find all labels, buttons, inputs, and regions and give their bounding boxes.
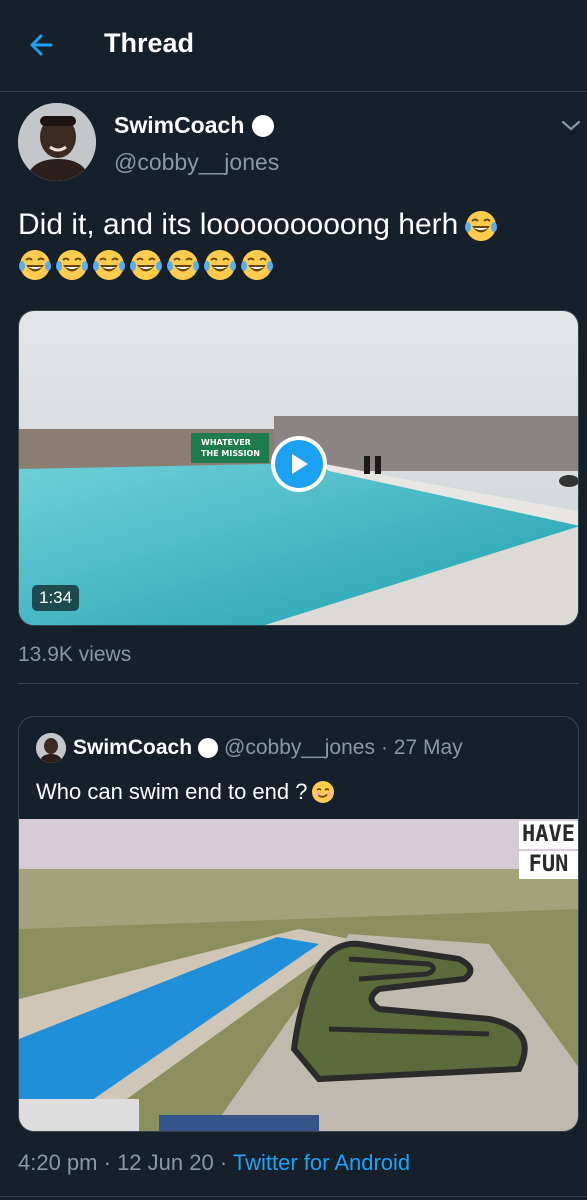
quoted-date: · 27 May: [380, 736, 463, 759]
tweet-time: 4:20 pm: [18, 1150, 98, 1175]
tweet-source-link[interactable]: Twitter for Android: [233, 1150, 410, 1175]
tweet-text: Did it, and its looooooooong herh: [18, 204, 578, 246]
overlay-line-2: FUN: [519, 851, 578, 879]
laughing-crying-emoji: [465, 211, 498, 242]
quoted-avatar: [36, 733, 66, 763]
verified-badge-icon: [252, 114, 275, 137]
emoji-row: [18, 248, 274, 287]
laughing-crying-emoji: [166, 248, 200, 287]
laughing-crying-emoji: [203, 248, 237, 287]
view-count: 13.9K views: [18, 643, 132, 666]
video-duration: 1:34: [32, 585, 80, 611]
divider: [18, 683, 579, 684]
page-title: Thread: [104, 28, 195, 58]
author-name-text: SwimCoach: [114, 112, 245, 138]
laughing-crying-emoji: [18, 248, 52, 287]
banner-text-1: WHATEVER: [201, 438, 251, 447]
quoted-tweet[interactable]: SwimCoach @cobby__jones · 27 May Who can…: [18, 716, 579, 1132]
laughing-crying-emoji: [92, 248, 126, 287]
quoted-header: SwimCoach @cobby__jones · 27 May: [73, 736, 463, 760]
divider: [0, 1196, 587, 1197]
back-arrow-icon: [30, 34, 53, 56]
author-name[interactable]: SwimCoach: [114, 112, 275, 139]
laughing-crying-emoji: [55, 248, 89, 287]
smiling-emoji: [312, 781, 335, 803]
top-bar: Thread: [0, 0, 587, 92]
chevron-down-icon[interactable]: [560, 116, 582, 134]
quoted-author-handle: @cobby__jones: [224, 736, 375, 759]
play-button[interactable]: [271, 436, 327, 492]
quoted-media[interactable]: HAVE FUN: [19, 819, 578, 1131]
play-icon: [275, 440, 323, 488]
quoted-text: Who can swim end to end ?: [36, 779, 335, 805]
laughing-crying-emoji: [129, 248, 163, 287]
tweet-text-content: Did it, and its looooooooong herh: [18, 208, 459, 241]
tweet-metadata: 4:20 pm · 12 Jun 20 · Twitter for Androi…: [18, 1150, 410, 1176]
quoted-author-name: SwimCoach: [73, 736, 193, 759]
back-button[interactable]: [24, 28, 58, 62]
overlay-line-1: HAVE: [519, 821, 578, 849]
verified-badge-icon: [198, 738, 219, 758]
banner-text-2: THE MISSION: [201, 449, 260, 458]
laughing-crying-emoji: [240, 248, 274, 287]
quoted-image: [19, 819, 578, 1131]
have-fun-overlay: HAVE FUN: [519, 821, 578, 881]
avatar[interactable]: [18, 103, 96, 181]
tweet-date: · 12 Jun 20 ·: [103, 1150, 228, 1175]
quoted-text-content: Who can swim end to end ?: [36, 779, 308, 804]
author-handle[interactable]: @cobby__jones: [114, 149, 279, 176]
